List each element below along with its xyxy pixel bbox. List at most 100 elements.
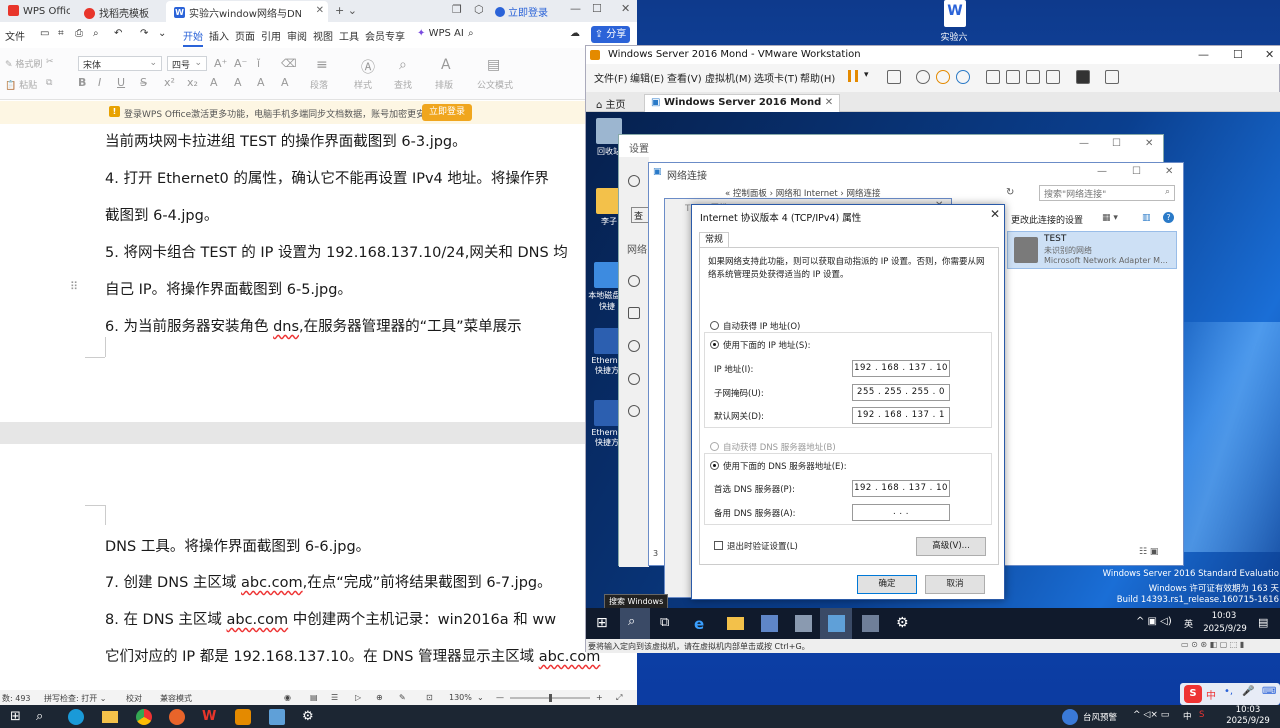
- network-connections-taskbar-icon[interactable]: [828, 615, 845, 632]
- minimize-button[interactable]: —: [1198, 48, 1209, 61]
- strikethrough-icon[interactable]: S̶: [140, 76, 147, 89]
- mic-icon[interactable]: 🎤: [1242, 686, 1254, 697]
- thumbnail-view-icon[interactable]: [1006, 70, 1020, 84]
- stretch-icon[interactable]: [1105, 70, 1119, 84]
- validate-checkbox[interactable]: [714, 541, 723, 550]
- remote-desktop-icon[interactable]: [269, 709, 285, 725]
- pause-icon[interactable]: [848, 70, 858, 82]
- gateway-field[interactable]: 192 . 168 . 137 . 1: [852, 407, 950, 424]
- paragraph-icon[interactable]: ≡: [316, 57, 328, 73]
- maximize-button[interactable]: ☐: [1233, 48, 1243, 61]
- fullscreen-icon[interactable]: [1026, 70, 1040, 84]
- menu-insert[interactable]: 插入: [209, 28, 229, 43]
- spell-check-toggle[interactable]: 拼写检查: 打开 ⌄: [44, 693, 106, 704]
- more-chevron-icon[interactable]: ⌄: [158, 28, 166, 39]
- punct-icon[interactable]: •,: [1224, 686, 1233, 697]
- menu-reference[interactable]: 引用: [261, 28, 281, 43]
- font-size-select[interactable]: 四号 ⌄: [167, 56, 207, 71]
- advanced-button[interactable]: 高级(V)...: [916, 537, 986, 556]
- font-name-select[interactable]: 宋体 ⌄: [78, 56, 162, 71]
- server-manager-icon[interactable]: [761, 615, 778, 632]
- bold-icon[interactable]: B: [78, 76, 86, 89]
- ime-mode[interactable]: 中: [1206, 687, 1216, 702]
- clear-format-icon[interactable]: ⌫: [281, 57, 297, 70]
- device-icons[interactable]: ▭ ⊙ ⊛ ◧ ▢ ⬚ ▮: [1181, 640, 1244, 649]
- vmware-icon[interactable]: [235, 709, 251, 725]
- ime-indicator[interactable]: 英: [1184, 617, 1193, 630]
- help-icon[interactable]: ?: [1163, 212, 1174, 223]
- format-painter-button[interactable]: ✎ 格式刷: [5, 57, 42, 70]
- fit-icon[interactable]: ⊡: [426, 693, 433, 702]
- zoom-out-icon[interactable]: —: [496, 693, 504, 702]
- tab-document[interactable]: W 实验六window网络与DNS.docx ✕: [166, 1, 328, 22]
- netconn-search-input[interactable]: 搜索"网络连接" ⌕: [1039, 185, 1175, 201]
- superscript-icon[interactable]: x²: [164, 76, 175, 89]
- auto-ip-radio[interactable]: [710, 321, 719, 330]
- menu-tools[interactable]: 工具: [339, 28, 359, 43]
- weather-alert[interactable]: 台风预警: [1083, 711, 1117, 723]
- menu-page[interactable]: 页面: [235, 28, 255, 43]
- cube-icon[interactable]: ⬡: [474, 3, 484, 16]
- print-icon[interactable]: ⎙: [75, 28, 83, 39]
- login-link[interactable]: 立即登录: [495, 4, 548, 19]
- settings-gear-icon[interactable]: ⚙: [896, 615, 913, 632]
- menu-edit[interactable]: 编辑(E): [630, 70, 664, 85]
- cancel-button[interactable]: 取消: [925, 575, 985, 594]
- preferred-dns-field[interactable]: 192 . 168 . 137 . 10: [852, 480, 950, 497]
- maximize-button[interactable]: ☐: [1132, 166, 1141, 177]
- close-button[interactable]: ✕: [1145, 138, 1153, 149]
- play-icon[interactable]: ▷: [355, 693, 361, 702]
- subnet-mask-field[interactable]: 255 . 255 . 255 . 0: [852, 384, 950, 401]
- tab-general[interactable]: 常规: [699, 232, 729, 248]
- keyboard-icon[interactable]: ⌨: [1262, 686, 1276, 697]
- cloud-icon[interactable]: ☁: [570, 28, 580, 39]
- drag-handle-icon[interactable]: ⠿: [70, 280, 78, 293]
- file-explorer-icon[interactable]: [727, 617, 744, 630]
- firefox-icon[interactable]: [169, 709, 185, 725]
- minimize-button[interactable]: —: [1079, 138, 1089, 149]
- ok-button[interactable]: 确定: [857, 575, 917, 594]
- monitor-icon[interactable]: [628, 307, 640, 319]
- clock-time[interactable]: 10:03: [1228, 705, 1268, 715]
- task-view-icon[interactable]: ⧉: [660, 615, 677, 632]
- close-tab-icon[interactable]: ✕: [316, 5, 324, 16]
- cut-icon[interactable]: ✂: [46, 57, 54, 67]
- wps-doc-desktop-icon[interactable]: W: [940, 0, 970, 30]
- grow-font-icon[interactable]: A⁺: [214, 57, 227, 70]
- text-effect-icon[interactable]: A: [234, 76, 242, 89]
- share-button[interactable]: ⇪ 分享: [591, 26, 630, 43]
- proofread-button[interactable]: 校对: [126, 693, 142, 704]
- proxy-icon[interactable]: [628, 405, 640, 417]
- network-window-taskbar-icon[interactable]: [862, 615, 879, 632]
- console-icon[interactable]: [1076, 70, 1090, 84]
- menu-wps-ai[interactable]: ✦ WPS AI: [417, 28, 464, 39]
- details-view-icon[interactable]: ☷ ▣: [1139, 547, 1158, 557]
- globe-icon[interactable]: [628, 275, 640, 287]
- shrink-font-icon[interactable]: A⁻: [234, 57, 247, 70]
- phonetic-icon[interactable]: ǐ: [257, 57, 260, 70]
- alternate-dns-field[interactable]: . . .: [852, 504, 950, 521]
- chrome-icon[interactable]: [136, 709, 152, 725]
- new-tab-button[interactable]: + ⌄: [335, 4, 357, 17]
- redo-icon[interactable]: ↷: [140, 28, 148, 39]
- tab-vm[interactable]: ▣ Windows Server 2016 Mond ✕: [644, 94, 841, 112]
- send-keys-icon[interactable]: [887, 70, 901, 84]
- file-explorer-icon[interactable]: [102, 711, 118, 723]
- clock-date[interactable]: 2025/9/29: [1199, 624, 1251, 634]
- save-icon[interactable]: ▭: [40, 28, 49, 39]
- tab-home[interactable]: ⌂ 主页: [590, 94, 632, 112]
- minimize-button[interactable]: —: [570, 2, 581, 15]
- menu-tabs[interactable]: 选项卡(T): [754, 70, 798, 85]
- wps-icon[interactable]: W: [202, 709, 218, 725]
- ip-address-field[interactable]: 192 . 168 . 137 . 10: [852, 360, 950, 377]
- start-windows-icon[interactable]: ⊞: [10, 709, 26, 725]
- tray-icons[interactable]: ^ ◁× ▭: [1133, 710, 1169, 720]
- tab-wps-office[interactable]: WPS Office: [0, 1, 70, 22]
- zoom-level[interactable]: 130%: [449, 693, 472, 702]
- search-button[interactable]: ⌕: [620, 608, 650, 639]
- zoom-chevron-icon[interactable]: ⌄: [477, 693, 484, 702]
- paste-button[interactable]: 📋 粘贴: [5, 78, 37, 91]
- close-button[interactable]: ✕: [621, 2, 630, 15]
- search-icon[interactable]: ⌕: [468, 28, 474, 39]
- fullscreen-icon[interactable]: ⤢: [616, 693, 622, 703]
